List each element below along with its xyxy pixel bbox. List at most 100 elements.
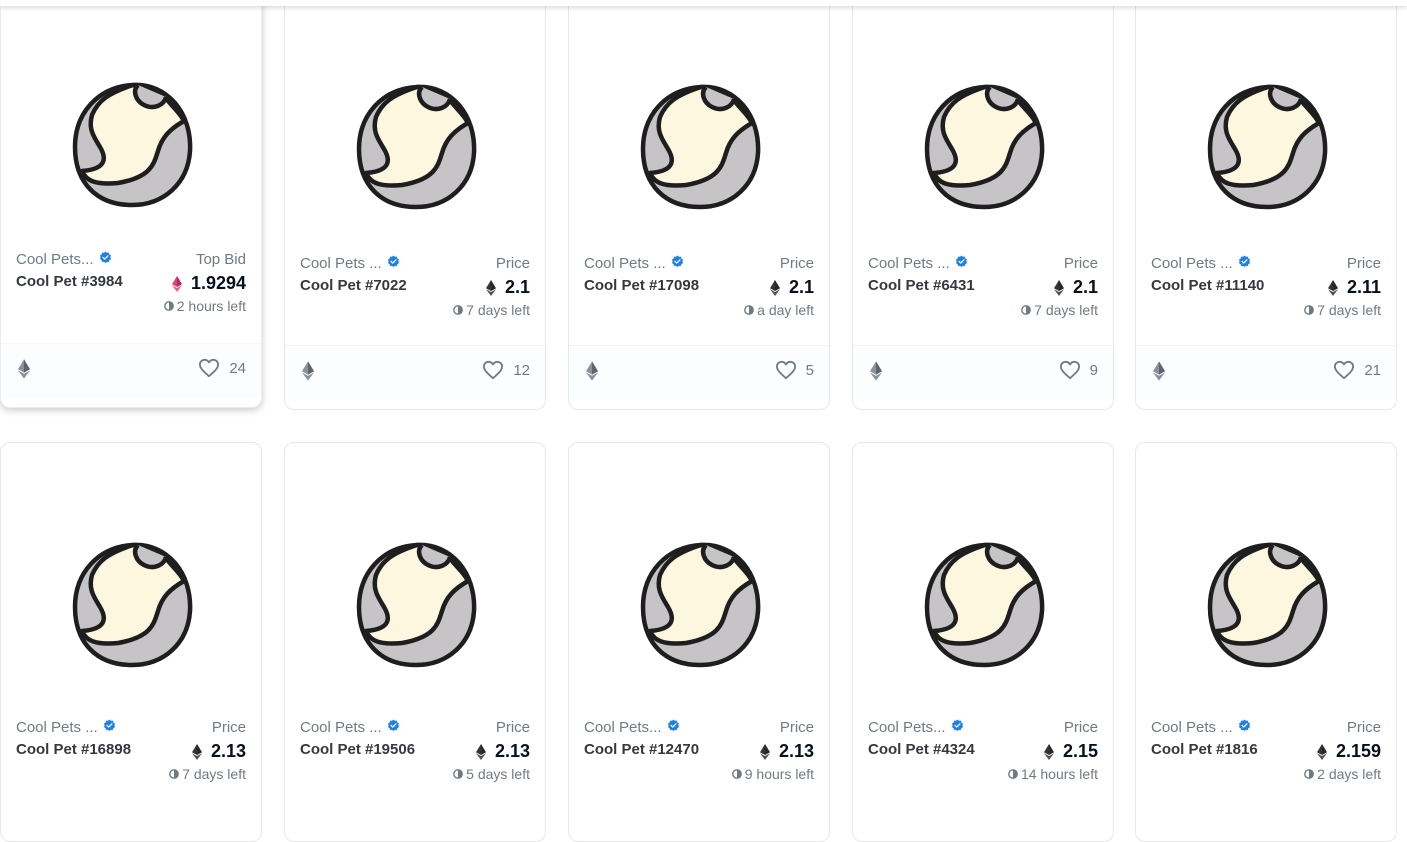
card-footer: 24 xyxy=(1,343,261,398)
favorite-button[interactable]: 24 xyxy=(198,358,246,378)
collection-name[interactable]: Cool Pets ... xyxy=(868,255,968,272)
asset-name: Cool Pet #12470 xyxy=(584,741,700,758)
cool-pet-egg-image xyxy=(924,542,1045,668)
clock-icon xyxy=(744,305,755,315)
asset-info: Cool Pets ... Cool Pet #1816 Price 2.159… xyxy=(1151,719,1381,789)
asset-info: Cool Pets ... Cool Pet #17098 Price 2.1 … xyxy=(584,255,814,325)
asset-name: Cool Pet #3984 xyxy=(16,273,123,290)
collection-name[interactable]: Cool Pets... xyxy=(584,719,680,736)
favorite-button[interactable]: 5 xyxy=(775,360,814,380)
collection-name[interactable]: Cool Pets... xyxy=(868,719,964,736)
cool-pet-egg-image xyxy=(72,542,193,668)
asset-image[interactable] xyxy=(285,443,545,705)
cool-pet-egg-image xyxy=(924,84,1045,210)
cool-pet-egg-image xyxy=(356,542,477,668)
verified-badge-icon xyxy=(667,719,680,732)
eth-icon xyxy=(769,279,780,296)
clock-icon xyxy=(163,301,174,311)
cool-pet-egg-image xyxy=(1207,542,1328,668)
asset-card[interactable]: Cool Pets ... Cool Pet #1816 Price 2.159… xyxy=(1135,442,1397,842)
collection-name[interactable]: Cool Pets ... xyxy=(300,719,400,736)
collection-name[interactable]: Cool Pets... xyxy=(16,251,112,268)
asset-info: Cool Pets ... Cool Pet #16898 Price 2.13… xyxy=(16,719,246,789)
asset-card[interactable]: Cool Pets... Cool Pet #4324 Price 2.15 1… xyxy=(852,442,1114,842)
clock-icon xyxy=(1304,769,1315,779)
verified-badge-icon xyxy=(99,251,112,264)
cool-pet-egg-image xyxy=(1207,84,1328,210)
price-value: 1.9294 xyxy=(171,273,246,294)
asset-image[interactable] xyxy=(1,0,261,249)
price-value: 2.1 xyxy=(1053,277,1098,298)
eth-icon xyxy=(191,743,202,760)
card-footer: 9 xyxy=(853,345,1113,400)
asset-card[interactable]: Cool Pets ... Cool Pet #19506 Price 2.13… xyxy=(284,442,546,842)
favorite-button[interactable]: 12 xyxy=(482,360,530,380)
asset-image[interactable] xyxy=(569,0,829,251)
asset-image[interactable] xyxy=(569,443,829,705)
clock-icon xyxy=(169,769,180,779)
ethereum-chain-icon xyxy=(18,359,30,379)
clock-icon xyxy=(453,769,464,779)
time-left: 2 days left xyxy=(1304,766,1381,782)
price-value: 2.13 xyxy=(191,741,246,762)
heart-icon xyxy=(198,358,220,378)
asset-card[interactable]: Cool Pets... Cool Pet #3984 Top Bid 1.92… xyxy=(0,0,262,408)
clock-icon xyxy=(453,305,464,315)
price-value: 2.11 xyxy=(1327,277,1381,298)
favorite-button[interactable]: 9 xyxy=(1059,360,1098,380)
collection-name[interactable]: Cool Pets ... xyxy=(1151,719,1251,736)
price-label: Price xyxy=(1346,255,1381,272)
heart-icon xyxy=(775,360,797,380)
asset-grid: Cool Pets... Cool Pet #3984 Top Bid 1.92… xyxy=(0,0,1407,842)
price-value: 2.13 xyxy=(759,741,814,762)
asset-name: Cool Pet #11140 xyxy=(1151,277,1265,294)
asset-info: Cool Pets... Cool Pet #3984 Top Bid 1.92… xyxy=(16,251,246,321)
collection-name[interactable]: Cool Pets ... xyxy=(584,255,684,272)
favorite-button[interactable]: 21 xyxy=(1333,360,1381,380)
asset-name: Cool Pet #17098 xyxy=(584,277,700,294)
time-left: 2 hours left xyxy=(163,298,246,314)
time-left: a day left xyxy=(744,302,814,318)
asset-image[interactable] xyxy=(853,443,1113,705)
ethereum-chain-icon xyxy=(586,361,598,381)
asset-card[interactable]: Cool Pets ... Cool Pet #17098 Price 2.1 … xyxy=(568,0,830,410)
asset-image[interactable] xyxy=(1136,443,1396,705)
price-value: 2.15 xyxy=(1043,741,1098,762)
clock-icon xyxy=(1008,769,1018,779)
verified-badge-icon xyxy=(387,719,400,732)
asset-card[interactable]: Cool Pets ... Cool Pet #7022 Price 2.1 7… xyxy=(284,0,546,410)
asset-card[interactable]: Cool Pets ... Cool Pet #11140 Price 2.11… xyxy=(1135,0,1397,410)
price-label: Price xyxy=(495,719,530,736)
asset-image[interactable] xyxy=(1,443,261,705)
clock-icon xyxy=(731,769,742,779)
ethereum-chain-icon xyxy=(302,361,314,381)
time-left: 5 days left xyxy=(453,766,530,782)
verified-badge-icon xyxy=(103,719,116,732)
heart-icon xyxy=(482,360,504,380)
verified-badge-icon xyxy=(1238,719,1251,732)
asset-name: Cool Pet #1816 xyxy=(1151,741,1258,758)
verified-badge-icon xyxy=(387,255,400,268)
asset-image[interactable] xyxy=(853,0,1113,251)
price-label: Price xyxy=(779,255,814,272)
price-label: Top Bid xyxy=(195,251,246,268)
clock-icon xyxy=(1021,305,1032,315)
asset-image[interactable] xyxy=(285,0,545,251)
asset-image[interactable] xyxy=(1136,0,1396,251)
price-label: Price xyxy=(495,255,530,272)
asset-card[interactable]: Cool Pets... Cool Pet #12470 Price 2.13 … xyxy=(568,442,830,842)
verified-badge-icon xyxy=(955,255,968,268)
ethereum-chain-icon xyxy=(870,361,882,381)
asset-name: Cool Pet #19506 xyxy=(300,741,416,758)
clock-icon xyxy=(1304,305,1315,315)
price-label: Price xyxy=(779,719,814,736)
collection-name[interactable]: Cool Pets ... xyxy=(1151,255,1251,272)
collection-name[interactable]: Cool Pets ... xyxy=(300,255,400,272)
eth-icon xyxy=(1043,743,1054,760)
asset-info: Cool Pets ... Cool Pet #11140 Price 2.11… xyxy=(1151,255,1381,325)
asset-card[interactable]: Cool Pets ... Cool Pet #16898 Price 2.13… xyxy=(0,442,262,842)
price-value: 2.13 xyxy=(475,741,530,762)
price-value: 2.1 xyxy=(485,277,530,298)
collection-name[interactable]: Cool Pets ... xyxy=(16,719,116,736)
asset-card[interactable]: Cool Pets ... Cool Pet #6431 Price 2.1 7… xyxy=(852,0,1114,410)
